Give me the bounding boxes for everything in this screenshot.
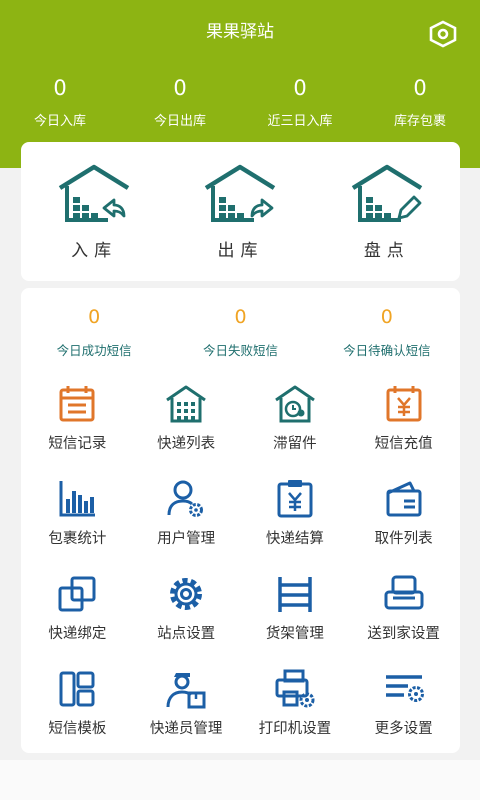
stat-value: 0 [53,76,67,100]
stats-row: 0 今日入库 0 今日出库 0 近三日入库 0 库存包裹 [0,76,480,129]
menu-user-management[interactable]: 用户管理 [132,465,241,560]
template-icon [59,671,95,707]
sms-failed-stat[interactable]: 0 今日失败短信 [167,306,313,370]
menu-pickup-list[interactable]: 取件列表 [349,465,458,560]
menu-courier-management[interactable]: 快递员管理 [132,655,241,750]
menu-shelf-management[interactable]: 货架管理 [241,560,350,655]
stat-label: 今日入库 [33,114,86,129]
user-gear-icon [167,480,204,517]
bar-chart-icon [59,481,96,517]
courier-icon [166,673,206,709]
clock-house-icon [275,385,315,423]
menu-stranded-packages[interactable]: 滞留件 [241,370,350,465]
sms-value: 0 [88,306,101,328]
menu-label: 更多设置 [374,721,433,737]
stat-label: 今日出库 [153,114,206,129]
stat-label: 库存包裹 [393,114,446,129]
warehouse-in-icon [58,164,130,222]
yen-clipboard-icon [277,480,313,518]
sms-stats-row: 0 今日成功短信 0 今日失败短信 0 今日待确认短信 [21,288,460,370]
warehouse-check-icon [351,164,422,222]
menu-label: 站点设置 [157,626,216,642]
wallet-icon [386,481,422,517]
menu-express-list[interactable]: 快递列表 [132,370,241,465]
calendar-icon [59,386,95,422]
menu-label: 送到家设置 [367,626,440,642]
menu-label: 用户管理 [157,531,216,547]
link-squares-icon [58,576,96,612]
menu-label: 取件列表 [374,531,433,547]
stat-value: 0 [173,76,187,100]
yen-calendar-icon [386,386,422,422]
menu-label: 货架管理 [265,626,324,642]
building-icon [166,385,206,423]
menu-printer-settings[interactable]: 打印机设置 [241,655,350,750]
warehouse-in-button[interactable]: 入库 [21,142,167,281]
menu-label: 快递员管理 [149,721,223,737]
menu-label: 短信模板 [48,721,107,737]
stat-value: 0 [293,76,307,100]
bottom-bar [0,760,480,800]
stat-today-in[interactable]: 0 今日入库 [0,76,120,129]
menu-express-settlement[interactable]: 快递结算 [241,465,350,560]
printer-gear-icon [275,669,315,708]
sms-label: 今日成功短信 [56,343,132,358]
menu-sms-recharge[interactable]: 短信充值 [349,370,458,465]
stat-today-out[interactable]: 0 今日出库 [120,76,240,129]
gear-icon [170,578,203,610]
warehouse-check-button[interactable]: 盘点 [314,142,460,281]
list-gear-icon [385,675,424,702]
sms-value: 0 [234,306,247,328]
warehouse-check-label: 盘点 [363,241,410,261]
menu-label: 快递结算 [265,531,324,547]
menu-label: 快递绑定 [48,626,107,642]
menu-label: 短信充值 [374,436,433,452]
stat-label: 近三日入库 [267,114,333,129]
menu-label: 包裹统计 [48,531,107,547]
menu-package-stats[interactable]: 包裹统计 [23,465,132,560]
warehouse-out-button[interactable]: 出库 [167,142,313,281]
menu-label: 打印机设置 [258,721,332,737]
sms-pending-stat[interactable]: 0 今日待确认短信 [314,306,460,370]
menu-home-delivery-settings[interactable]: 送到家设置 [349,560,458,655]
menu-more-settings[interactable]: 更多设置 [349,655,458,750]
menu-express-binding[interactable]: 快递绑定 [23,560,132,655]
functions-card: 0 今日成功短信 0 今日失败短信 0 今日待确认短信 短信记录 快递列表 滞留… [21,288,460,753]
menu-grid: 短信记录 快递列表 滞留件 短信充值 包裹统计 用户管理 快递结算 取件列表 快… [21,370,460,750]
menu-station-settings[interactable]: 站点设置 [132,560,241,655]
warehouse-out-icon [205,164,276,222]
stat-value: 0 [413,76,427,100]
sms-label: 今日失败短信 [202,343,278,358]
menu-label: 快递列表 [157,436,216,452]
sms-success-stat[interactable]: 0 今日成功短信 [21,306,167,370]
shelf-icon [278,577,312,612]
warehouse-out-label: 出库 [217,241,264,261]
menu-label: 滞留件 [273,436,317,452]
menu-sms-records[interactable]: 短信记录 [23,370,132,465]
sms-value: 0 [380,306,393,328]
menu-sms-templates[interactable]: 短信模板 [23,655,132,750]
page-title: 果果驿站 [206,22,274,42]
menu-label: 短信记录 [48,436,107,452]
warehouse-actions-card: 入库 出库 盘点 [21,142,460,281]
sms-label: 今日待确认短信 [343,343,431,358]
stat-stock-packages[interactable]: 0 库存包裹 [360,76,480,129]
stat-three-days-in[interactable]: 0 近三日入库 [240,76,360,129]
settings-hexagon-icon[interactable] [428,20,458,48]
armchair-icon [384,575,424,610]
warehouse-in-label: 入库 [71,241,118,261]
